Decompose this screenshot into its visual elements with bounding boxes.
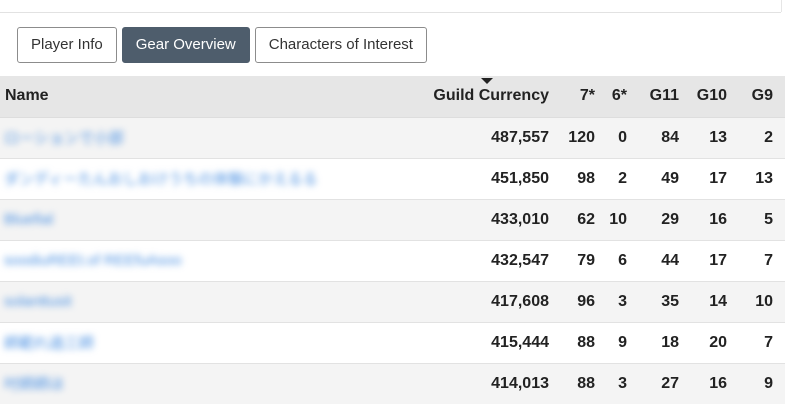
- six-star-cell: 3: [606, 362, 638, 404]
- seven-star-cell: 88: [560, 321, 606, 363]
- tab-gear-overview[interactable]: Gear Overview: [121, 27, 250, 63]
- table-row: 吋師師ほ 414,013 88 3 27 16 9: [0, 362, 785, 404]
- column-header-7-star[interactable]: 7*: [560, 76, 606, 118]
- column-header-g10[interactable]: G10: [690, 76, 738, 118]
- seven-star-cell: 98: [560, 157, 606, 199]
- six-star-cell: 0: [606, 116, 638, 158]
- guild-currency-cell: 433,010: [415, 198, 560, 240]
- name-cell: Bluefial: [0, 198, 415, 240]
- guild-currency-cell: 417,608: [415, 280, 560, 322]
- g10-cell: 17: [690, 157, 738, 199]
- tab-player-info[interactable]: Player Info: [17, 27, 117, 63]
- g11-cell: 84: [638, 116, 690, 158]
- name-cell: ダンディーたんおしおけうちの体験にかえるる: [0, 157, 415, 199]
- name-cell: 吋師師ほ: [0, 362, 415, 404]
- seven-star-cell: 62: [560, 198, 606, 240]
- gear-overview-page: Player Info Gear Overview Characters of …: [0, 0, 790, 407]
- g10-cell: 20: [690, 321, 738, 363]
- table-header: Name Guild Currency 7* 6* G11 G10 G9: [0, 76, 785, 118]
- player-name-link[interactable]: 吋師師ほ: [4, 373, 64, 394]
- six-star-cell: 2: [606, 157, 638, 199]
- table-row: ダンディーたんおしおけうちの体験にかえるる 451,850 98 2 49 17…: [0, 157, 785, 199]
- top-divider: [0, 12, 781, 13]
- player-name-link[interactable]: ダンディーたんおしおけうちの体験にかえるる: [4, 168, 318, 189]
- guild-currency-cell: 415,444: [415, 321, 560, 363]
- column-header-6-star[interactable]: 6*: [606, 76, 638, 118]
- table-row: ローションで小部 487,557 120 0 84 13 2: [0, 116, 785, 158]
- player-name-link[interactable]: solanttusit: [4, 293, 72, 310]
- column-header-guild-currency[interactable]: Guild Currency: [415, 76, 560, 118]
- sort-descending-icon: [481, 78, 493, 84]
- g11-cell: 49: [638, 157, 690, 199]
- right-gutter: [785, 76, 790, 407]
- g11-cell: 27: [638, 362, 690, 404]
- g9-cell: 7: [738, 239, 785, 281]
- g10-cell: 14: [690, 280, 738, 322]
- seven-star-cell: 120: [560, 116, 606, 158]
- tab-characters-of-interest[interactable]: Characters of Interest: [254, 27, 427, 63]
- g10-cell: 13: [690, 116, 738, 158]
- table-row: Bluefial 433,010 62 10 29 16 5: [0, 198, 785, 240]
- player-name-link[interactable]: ローションで小部: [4, 127, 124, 148]
- player-name-link[interactable]: Bluefial: [4, 211, 53, 228]
- guild-currency-cell: 451,850: [415, 157, 560, 199]
- g9-cell: 5: [738, 198, 785, 240]
- six-star-cell: 6: [606, 239, 638, 281]
- name-cell: 師範れ過三師: [0, 321, 415, 363]
- table-row: solanttusit 417,608 96 3 35 14 10: [0, 280, 785, 322]
- table-row: 師範れ過三師 415,444 88 9 18 20 7: [0, 321, 785, 363]
- guild-currency-cell: 487,557: [415, 116, 560, 158]
- six-star-cell: 9: [606, 321, 638, 363]
- player-name-link[interactable]: soodiuREEt.of REEfuAsoo: [4, 252, 182, 269]
- header-row: Name Guild Currency 7* 6* G11 G10 G9: [0, 76, 785, 118]
- player-name-link[interactable]: 師範れ過三師: [4, 332, 94, 353]
- tab-bar: Player Info Gear Overview Characters of …: [17, 27, 427, 63]
- g11-cell: 18: [638, 321, 690, 363]
- seven-star-cell: 96: [560, 280, 606, 322]
- guild-currency-cell: 414,013: [415, 362, 560, 404]
- g10-cell: 16: [690, 362, 738, 404]
- g9-cell: 7: [738, 321, 785, 363]
- six-star-cell: 3: [606, 280, 638, 322]
- table-row: soodiuREEt.of REEfuAsoo 432,547 79 6 44 …: [0, 239, 785, 281]
- column-header-g11[interactable]: G11: [638, 76, 690, 118]
- scrollbar[interactable]: [781, 0, 790, 12]
- seven-star-cell: 88: [560, 362, 606, 404]
- seven-star-cell: 79: [560, 239, 606, 281]
- g9-cell: 2: [738, 116, 785, 158]
- gear-table: Name Guild Currency 7* 6* G11 G10 G9 ローシ…: [0, 76, 785, 404]
- column-header-name[interactable]: Name: [0, 76, 415, 118]
- g9-cell: 10: [738, 280, 785, 322]
- six-star-cell: 10: [606, 198, 638, 240]
- name-cell: soodiuREEt.of REEfuAsoo: [0, 239, 415, 281]
- g9-cell: 9: [738, 362, 785, 404]
- column-header-guild-currency-label: Guild Currency: [433, 87, 549, 105]
- column-header-g9[interactable]: G9: [738, 76, 785, 118]
- g11-cell: 35: [638, 280, 690, 322]
- g11-cell: 44: [638, 239, 690, 281]
- guild-currency-cell: 432,547: [415, 239, 560, 281]
- g9-cell: 13: [738, 157, 785, 199]
- g10-cell: 16: [690, 198, 738, 240]
- name-cell: ローションで小部: [0, 116, 415, 158]
- g11-cell: 29: [638, 198, 690, 240]
- g10-cell: 17: [690, 239, 738, 281]
- name-cell: solanttusit: [0, 280, 415, 322]
- table-body: ローションで小部 487,557 120 0 84 13 2 ダンディーたんおし…: [0, 116, 785, 404]
